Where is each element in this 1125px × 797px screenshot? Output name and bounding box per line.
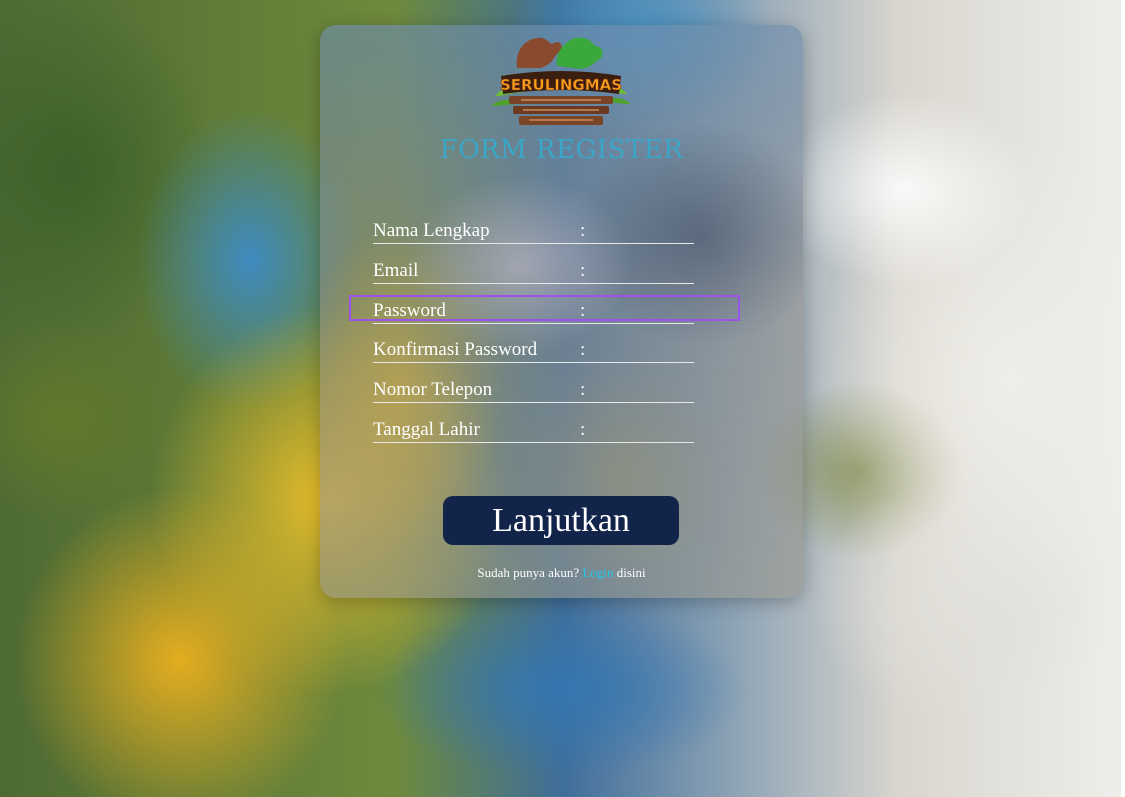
field-label: Email xyxy=(373,260,419,281)
window-edge xyxy=(1121,0,1125,797)
email-input[interactable] xyxy=(593,259,691,281)
page-background: SERULINGMAS FORM REGISTER Nama Lengkap :… xyxy=(0,0,1125,797)
field-colon: : xyxy=(580,220,586,241)
field-colon: : xyxy=(580,419,586,440)
tanggal-lahir-input[interactable] xyxy=(593,418,691,440)
login-link[interactable]: Login xyxy=(582,565,613,580)
field-label: Password xyxy=(373,300,446,321)
form-title: FORM REGISTER xyxy=(439,135,684,165)
field-label: Tanggal Lahir xyxy=(373,419,480,440)
nama-lengkap-input[interactable] xyxy=(593,219,691,241)
login-prompt-prefix: Sudah punya akun? xyxy=(477,565,580,580)
field-label: Konfirmasi Password xyxy=(373,339,538,360)
field-tanggal-lahir[interactable]: Tanggal Lahir : xyxy=(373,414,694,443)
field-colon: : xyxy=(580,339,586,360)
logo-text: SERULINGMAS xyxy=(500,76,622,94)
register-card: SERULINGMAS FORM REGISTER Nama Lengkap :… xyxy=(320,25,803,598)
serulingmas-logo: SERULINGMAS xyxy=(491,37,631,125)
field-konfirmasi-password[interactable]: Konfirmasi Password : xyxy=(373,334,694,363)
field-label: Nama Lengkap xyxy=(373,220,490,241)
konfirmasi-password-input[interactable] xyxy=(593,338,691,360)
field-colon: : xyxy=(580,260,586,281)
field-password[interactable]: Password : xyxy=(373,295,694,324)
password-input[interactable] xyxy=(593,299,691,321)
login-prompt-suffix: disini xyxy=(616,565,646,580)
field-email[interactable]: Email : xyxy=(373,255,694,284)
field-colon: : xyxy=(580,379,586,400)
lanjutkan-button[interactable]: Lanjutkan xyxy=(443,496,679,545)
field-nama-lengkap[interactable]: Nama Lengkap : xyxy=(373,215,694,244)
nomor-telepon-input[interactable] xyxy=(593,378,691,400)
login-prompt: Sudah punya akun? Login disini xyxy=(320,565,803,581)
field-nomor-telepon[interactable]: Nomor Telepon : xyxy=(373,374,694,403)
field-colon: : xyxy=(580,300,586,321)
field-label: Nomor Telepon xyxy=(373,379,493,400)
